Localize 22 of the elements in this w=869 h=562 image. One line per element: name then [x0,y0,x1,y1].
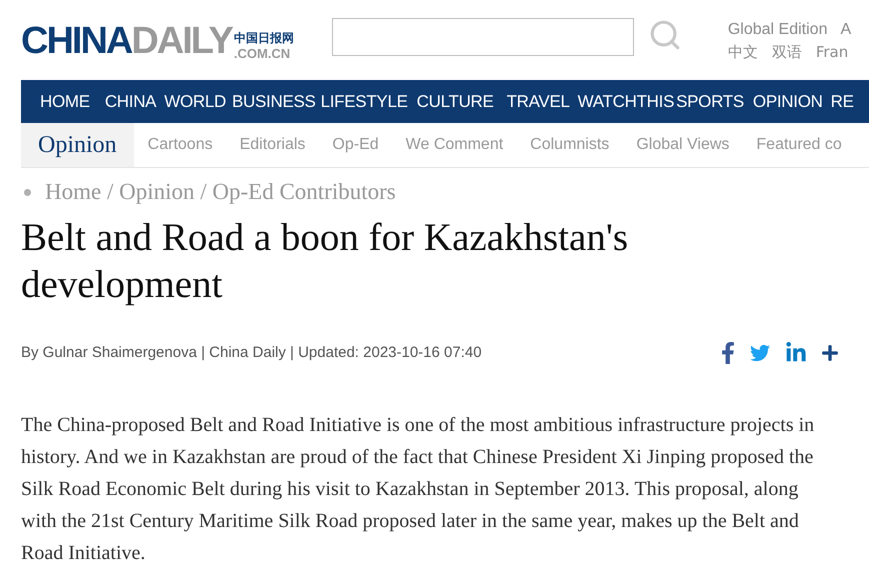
article-headline: Belt and Road a boon for Kazakhstan's development [21,215,630,308]
nav-link[interactable]: CULTURE [416,88,494,114]
breadcrumb: Home / Opinion / Op-Ed Contributors [45,178,396,206]
nav-link[interactable]: WATCHTHIS [578,88,674,114]
article-paragraph: The China-proposed Belt and Road Initiative is one of the most ambitious infrastructure projects in history. And we in Kazakhstan are proud of the fact that Chinese President Xi Jinping proposed the Silk Road Economic Belt during his visit to Kazakhstan in September 2013. This proposal, along with the 21st Century Maritime Silk Road proposed later in the same year, makes up the Belt and Road Initiative. [21,412,816,562]
plus-icon[interactable] [821,344,839,362]
byline: By Gulnar Shaimergenova | China Daily | Updated: 2023-10-16 07:40 [21,343,482,363]
nav-link[interactable]: OPINION [752,88,823,114]
nav-link[interactable]: LIFESTYLE [320,88,408,114]
nav-link[interactable]: BUSINESS [232,88,316,114]
bullet-icon [24,188,31,196]
twitter-icon[interactable] [749,343,771,364]
facebook-icon[interactable] [721,342,735,364]
nav-link[interactable]: SPORTS [676,88,744,114]
nav-link[interactable]: WORLD [164,88,226,114]
section-tab[interactable]: Opinion [21,123,134,167]
nav-link[interactable]: CHINA [104,88,156,114]
nav-link[interactable]: HOME [40,88,90,114]
search-field[interactable] [332,18,634,56]
linkedin-icon[interactable] [785,342,807,364]
nav-link[interactable]: RE [830,88,854,114]
nav-link[interactable]: TRAVEL [506,88,570,114]
